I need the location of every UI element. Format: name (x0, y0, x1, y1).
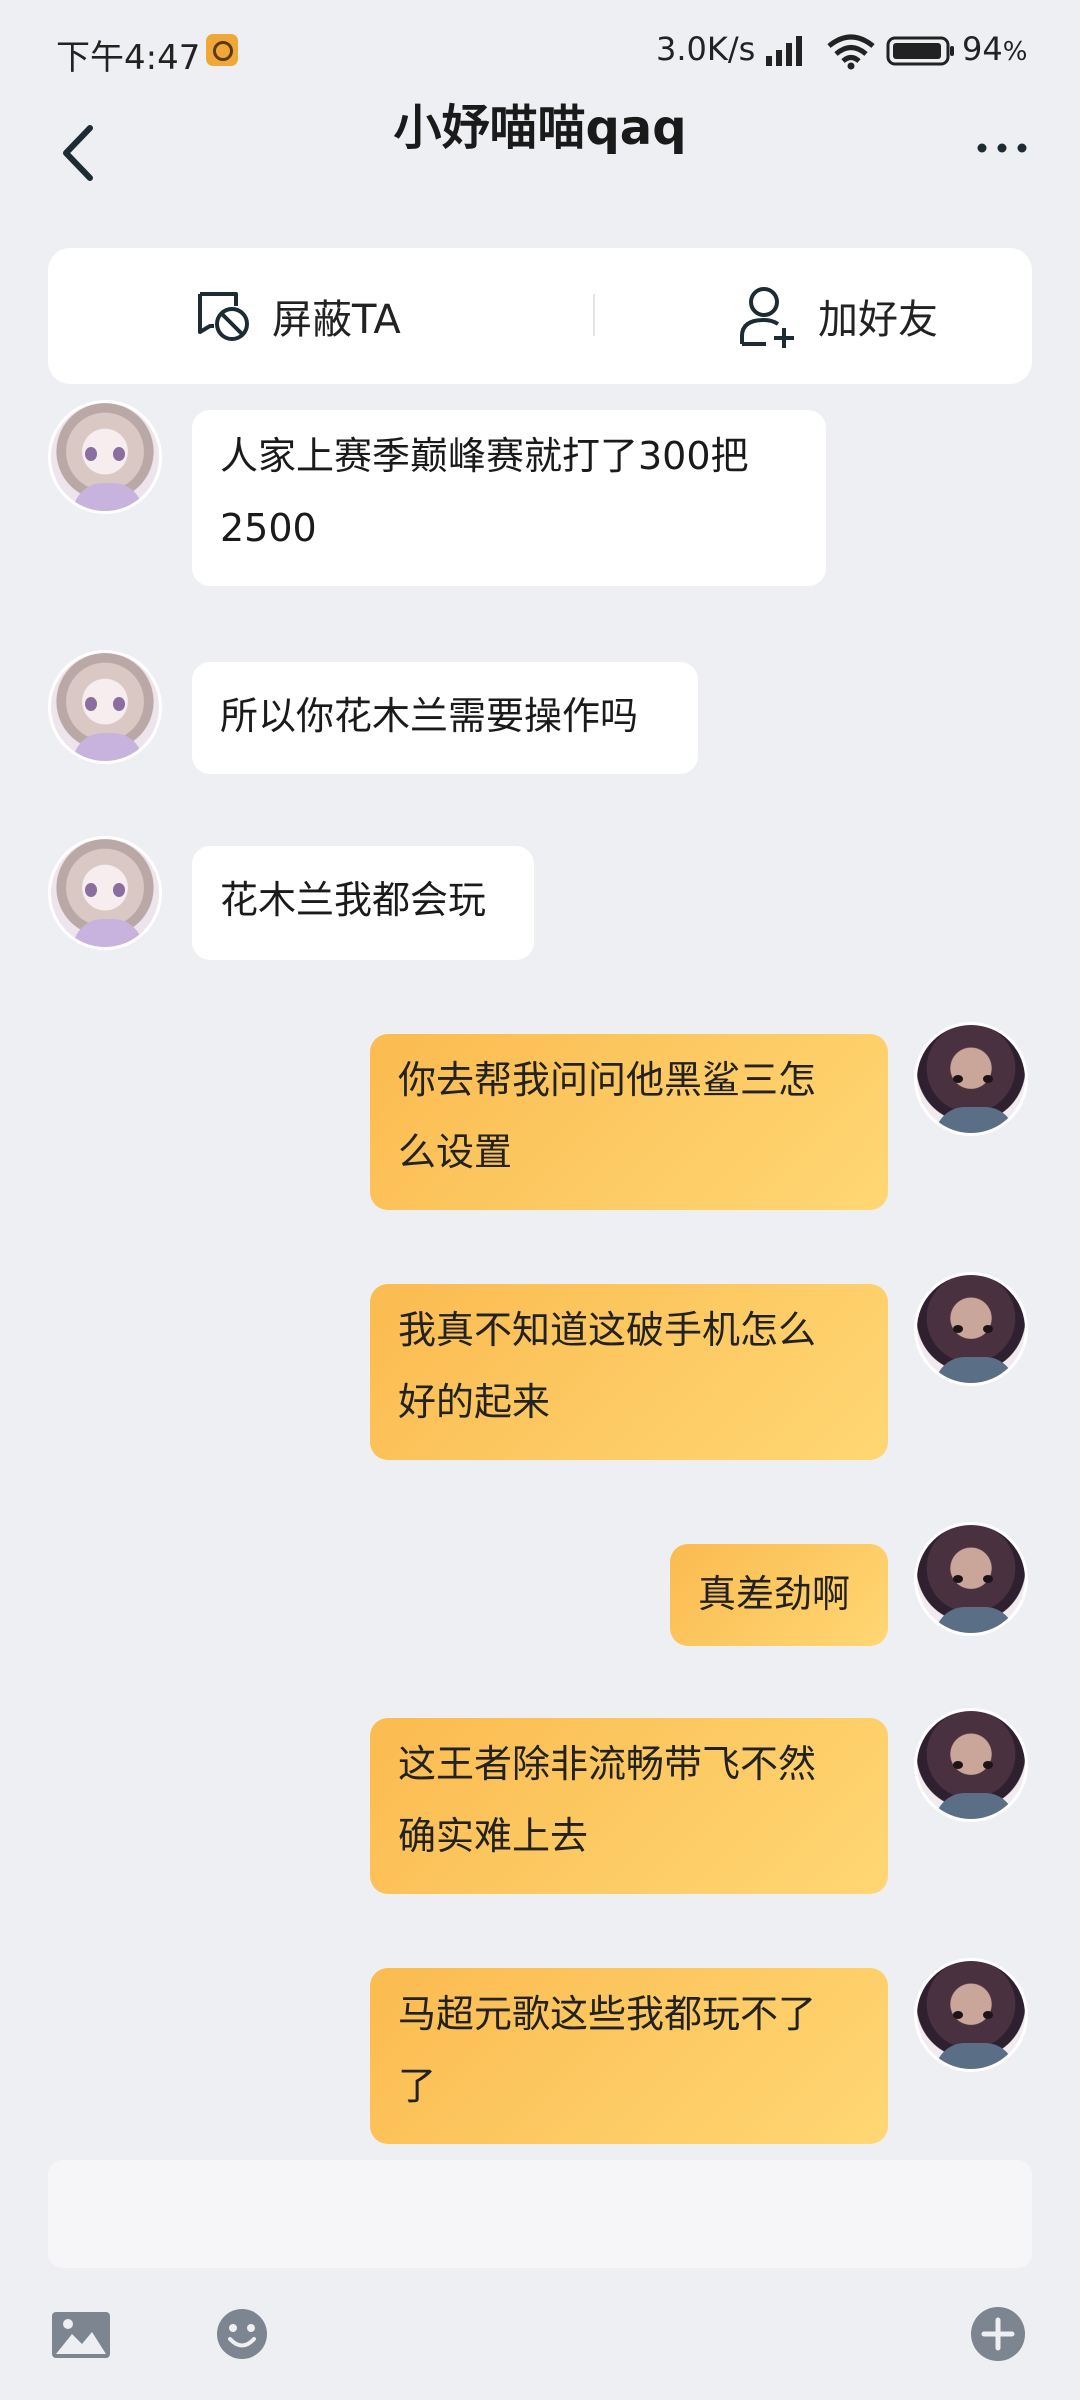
chat-header: 小妤喵喵qaq (0, 100, 1080, 220)
network-speed: 3.0K/s (656, 30, 756, 68)
message-input[interactable] (48, 2160, 1032, 2268)
message-text: 好的起来 (398, 1380, 551, 1424)
message-text: 马超元歌这些我都玩不了 (398, 1992, 817, 2036)
message-text: 这王者除非流畅带飞不然 (398, 1742, 817, 1786)
block-icon (198, 292, 249, 341)
more-options-icon[interactable] (976, 138, 1028, 158)
message-bubble[interactable]: 真差劲啊 (670, 1544, 888, 1646)
wifi-icon (827, 34, 875, 70)
action-divider (593, 294, 595, 336)
emoji-icon[interactable] (216, 2308, 268, 2360)
add-more-icon[interactable] (970, 2306, 1026, 2362)
chat-title: 小妤喵喵qaq (393, 100, 687, 156)
message-text: 么设置 (398, 1130, 513, 1174)
message-bubble[interactable]: 这王者除非流畅带飞不然 确实难上去 (370, 1718, 888, 1894)
action-card: 屏蔽TA 加好友 (48, 248, 1032, 384)
add-friend-button[interactable]: 加好友 (736, 248, 938, 384)
message-text: 我真不知道这破手机怎么 (398, 1308, 817, 1352)
battery-icon (886, 36, 954, 66)
message-text: 花木兰我都会玩 (220, 878, 487, 922)
status-bar: 下午4:47 3.0K/s 94% (0, 0, 1080, 100)
my-avatar[interactable] (914, 1522, 1028, 1636)
status-time: 下午4:47 (56, 38, 201, 78)
add-friend-icon (740, 287, 794, 348)
message-text: 了 (398, 2064, 437, 2108)
message-bubble[interactable]: 所以你花木兰需要操作吗 (192, 662, 698, 774)
block-button[interactable]: 屏蔽TA (190, 248, 401, 384)
message-bubble[interactable]: 马超元歌这些我都玩不了 了 (370, 1968, 888, 2144)
message-text: 真差劲啊 (698, 1572, 851, 1616)
my-avatar[interactable] (914, 1272, 1028, 1386)
message-bubble[interactable]: 人家上赛季巅峰赛就打了300把 2500 (192, 410, 826, 586)
my-avatar[interactable] (914, 1022, 1028, 1136)
message-text: 你去帮我问问他黑鲨三怎 (398, 1058, 817, 1102)
contact-avatar[interactable] (48, 400, 162, 514)
message-bubble[interactable]: 你去帮我问问他黑鲨三怎 么设置 (370, 1034, 888, 1210)
message-text: 所以你花木兰需要操作吗 (220, 694, 639, 738)
signal-icon (766, 36, 802, 66)
block-label: 屏蔽TA (272, 297, 401, 343)
message-text: 人家上赛季巅峰赛就打了300把 (220, 434, 749, 478)
contact-avatar[interactable] (48, 836, 162, 950)
battery-percent: 94% (962, 30, 1028, 68)
my-avatar[interactable] (914, 1958, 1028, 2072)
contact-avatar[interactable] (48, 650, 162, 764)
add-friend-label: 加好友 (818, 297, 938, 343)
message-text: 2500 (220, 506, 317, 550)
message-bubble[interactable]: 花木兰我都会玩 (192, 846, 534, 960)
app-notification-icon (206, 34, 238, 66)
my-avatar[interactable] (914, 1708, 1028, 1822)
message-bubble[interactable]: 我真不知道这破手机怎么 好的起来 (370, 1284, 888, 1460)
image-picker-icon[interactable] (52, 2312, 110, 2358)
message-text: 确实难上去 (398, 1814, 589, 1858)
